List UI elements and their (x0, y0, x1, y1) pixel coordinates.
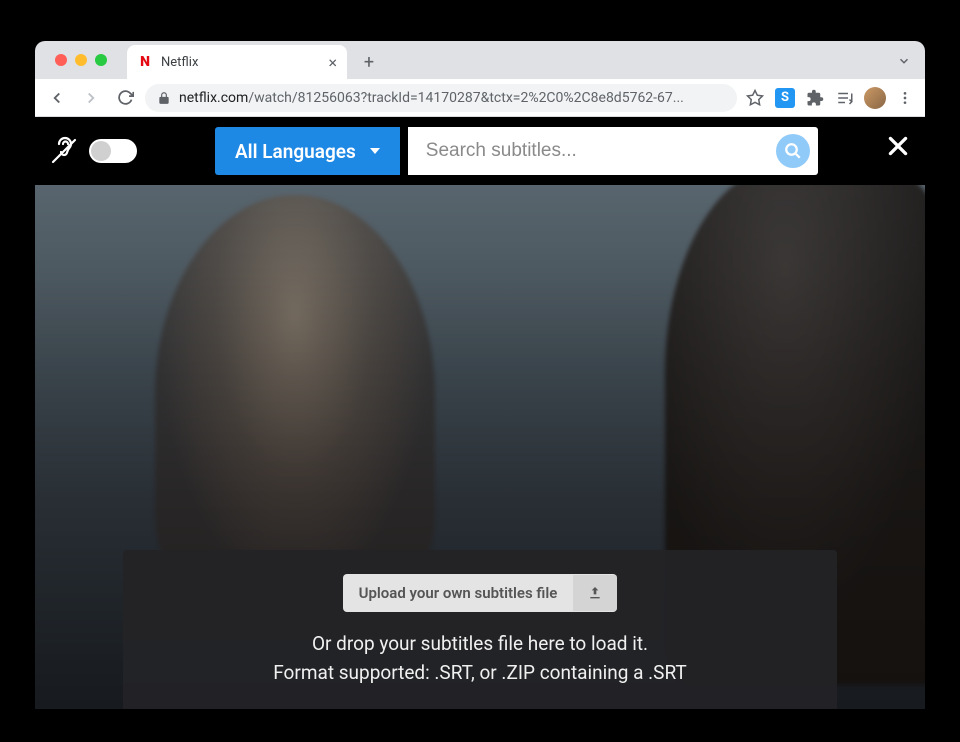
close-overlay-button[interactable] (885, 133, 911, 163)
browser-window: N Netflix × + netflix.com/watch/81256063… (35, 41, 925, 709)
reading-list-icon[interactable] (833, 86, 857, 110)
tab-close-icon[interactable]: × (328, 53, 337, 72)
address-bar: netflix.com/watch/81256063?trackId=14170… (35, 79, 925, 117)
netflix-favicon-icon: N (137, 54, 153, 70)
subtitle-search-box (408, 127, 818, 175)
upload-icon (573, 575, 617, 611)
language-dropdown[interactable]: All Languages (215, 127, 400, 175)
subtitle-overlay-toolbar: All Languages (35, 117, 925, 185)
hearing-impaired-icon[interactable] (47, 134, 81, 168)
subtitle-toggle[interactable] (89, 139, 137, 163)
upload-desc-line1: Or drop your subtitles file here to load… (143, 630, 817, 659)
language-dropdown-label: All Languages (235, 140, 356, 163)
back-button[interactable] (43, 84, 71, 112)
search-icon (784, 142, 802, 160)
subtitle-search-input[interactable] (426, 140, 776, 162)
toggle-knob (91, 141, 111, 161)
upload-desc-line2: Format supported: .SRT, or .ZIP containi… (143, 659, 817, 688)
content-area: All Languages Upload your own subtitles … (35, 117, 925, 709)
upload-subtitles-panel: Upload your own subtitles file Or drop y… (123, 550, 837, 709)
video-still-figure (155, 195, 435, 595)
upload-description: Or drop your subtitles file here to load… (143, 630, 817, 687)
close-icon (885, 133, 911, 159)
window-minimize-button[interactable] (75, 54, 87, 66)
tabs-dropdown-icon[interactable] (897, 53, 911, 72)
forward-button[interactable] (77, 84, 105, 112)
window-maximize-button[interactable] (95, 54, 107, 66)
window-controls (45, 41, 117, 79)
lock-icon (157, 91, 171, 105)
browser-tab[interactable]: N Netflix × (127, 45, 347, 79)
video-player[interactable]: Upload your own subtitles file Or drop y… (35, 185, 925, 709)
upload-button-label: Upload your own subtitles file (343, 574, 574, 612)
extension-substital-icon[interactable]: S (773, 86, 797, 110)
chevron-down-icon (370, 148, 380, 154)
chrome-menu-icon[interactable] (893, 86, 917, 110)
bookmark-star-icon[interactable] (743, 86, 767, 110)
window-close-button[interactable] (55, 54, 67, 66)
tab-bar: N Netflix × + (35, 41, 925, 79)
extensions-puzzle-icon[interactable] (803, 86, 827, 110)
tab-title: Netflix (161, 55, 320, 70)
profile-avatar[interactable] (863, 86, 887, 110)
new-tab-button[interactable]: + (355, 48, 383, 76)
upload-subtitles-button[interactable]: Upload your own subtitles file (343, 574, 618, 612)
url-text: netflix.com/watch/81256063?trackId=14170… (179, 90, 684, 106)
url-field[interactable]: netflix.com/watch/81256063?trackId=14170… (145, 84, 737, 112)
reload-button[interactable] (111, 84, 139, 112)
search-button[interactable] (776, 134, 810, 168)
